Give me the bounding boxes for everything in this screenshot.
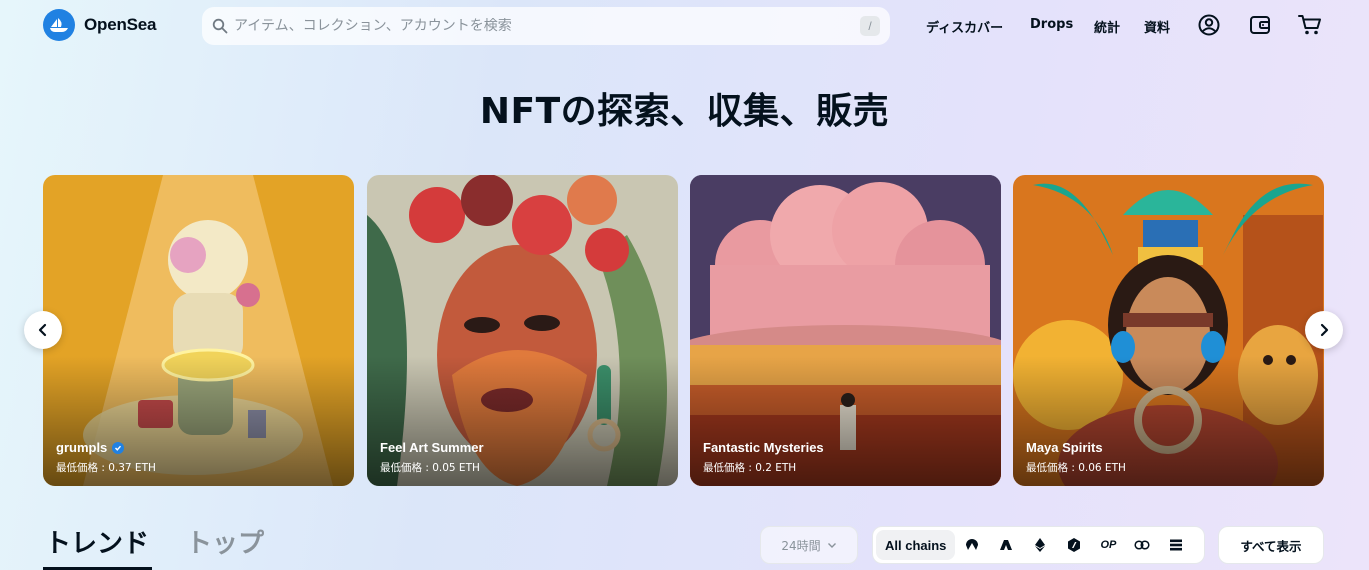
arbitrum-nova-icon[interactable]: [955, 530, 989, 560]
collection-card[interactable]: Feel Art Summer 最低価格 : 0.05 ETH: [367, 175, 678, 486]
carousel-prev-button[interactable]: [24, 311, 62, 349]
nav-stats[interactable]: 統計: [1094, 17, 1120, 36]
tab-top[interactable]: トップ: [186, 523, 264, 560]
solana-icon[interactable]: [1159, 530, 1193, 560]
carousel-next-button[interactable]: [1305, 311, 1343, 349]
search-bar[interactable]: /: [202, 7, 890, 45]
collection-name: Maya Spirits: [1026, 440, 1103, 455]
tab-trending[interactable]: トレンド: [45, 523, 149, 560]
collection-card[interactable]: Maya Spirits 最低価格 : 0.06 ETH: [1013, 175, 1324, 486]
view-all-button[interactable]: すべて表示: [1218, 526, 1324, 564]
top-header: OpenSea / ディスカバー Drops 統計 資料: [0, 0, 1369, 50]
cart-icon[interactable]: [1298, 13, 1322, 37]
time-period-select[interactable]: 24時間: [760, 526, 858, 564]
search-shortcut-key: /: [860, 16, 880, 36]
arbitrum-icon[interactable]: [1057, 530, 1091, 560]
opensea-ship-icon: [43, 9, 75, 41]
time-period-value: 24時間: [781, 538, 821, 553]
wallet-icon[interactable]: [1248, 13, 1272, 37]
chain-all-button[interactable]: All chains: [876, 530, 956, 560]
verified-badge-icon: [112, 441, 125, 454]
hero-title: NFTの探索、収集、販売: [479, 91, 890, 132]
collection-card[interactable]: Fantastic Mysteries 最低価格 : 0.2 ETH: [690, 175, 1001, 486]
chain-filter-group: All chains OP: [872, 526, 1205, 564]
search-icon: [212, 17, 230, 35]
chevron-left-icon: [38, 323, 47, 337]
optimism-icon[interactable]: OP: [1091, 530, 1125, 560]
nav-drops[interactable]: Drops: [1030, 17, 1073, 32]
floor-price: 最低価格 : 0.05 ETH: [380, 462, 480, 474]
chain-link-icon[interactable]: [1125, 530, 1159, 560]
nav-discover[interactable]: ディスカバー: [926, 17, 1003, 36]
chevron-right-icon: [1320, 323, 1329, 337]
collection-name: Fantastic Mysteries: [703, 440, 824, 455]
collection-name: Feel Art Summer: [380, 440, 484, 455]
account-icon[interactable]: [1197, 13, 1221, 37]
floor-price: 最低価格 : 0.37 ETH: [56, 462, 156, 474]
avalanche-icon[interactable]: [989, 530, 1023, 560]
brand-name: OpenSea: [84, 15, 157, 34]
floor-price: 最低価格 : 0.2 ETH: [703, 462, 797, 474]
chevron-down-icon: [827, 543, 836, 548]
floor-price: 最低価格 : 0.06 ETH: [1026, 462, 1126, 474]
search-input[interactable]: [234, 18, 860, 34]
collection-card[interactable]: grumpls 最低価格 : 0.37 ETH: [43, 175, 354, 486]
opensea-logo[interactable]: OpenSea: [43, 9, 156, 41]
collection-name: grumpls: [56, 440, 125, 455]
ethereum-icon[interactable]: [1023, 530, 1057, 560]
nav-resources[interactable]: 資料: [1144, 17, 1170, 36]
